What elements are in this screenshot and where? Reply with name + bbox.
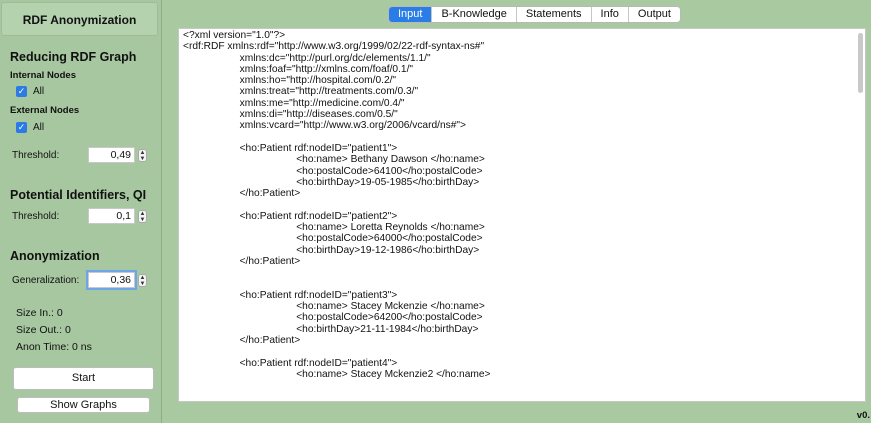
editor-line: <ho:name> Stacey Mckenzie2 </ho:name> (183, 368, 491, 380)
generalization-stepper[interactable]: 0,36 ▲ ▼ (86, 270, 148, 290)
tab-b-knowledge[interactable]: B-Knowledge (432, 7, 517, 22)
editor-line: <ho:Patient rdf:nodeID="patient1"> (183, 142, 398, 154)
tab-input[interactable]: Input (389, 7, 433, 22)
stepper-arrows-icon[interactable]: ▲ ▼ (138, 273, 147, 287)
editor-line: <ho:name> Stacey Mckenzie </ho:name> (183, 301, 485, 313)
editor-line: xmlns:dc="http://purl.org/dc/elements/1.… (183, 52, 431, 64)
generalization-field[interactable]: 0,36 (86, 270, 137, 290)
editor-line: <ho:Patient rdf:nodeID="patient3"> (183, 289, 398, 301)
app-title: RDF Anonymization (1, 2, 158, 36)
tab-statements[interactable]: Statements (517, 7, 592, 22)
qi-heading: Potential Identifiers, QI (10, 188, 147, 202)
anon-time-text: Anon Time: 0 ns (16, 341, 92, 353)
reducing-threshold-field[interactable]: 0,49 (88, 147, 135, 163)
qi-threshold-label: Threshold: (12, 211, 60, 222)
external-all-label: All (33, 122, 45, 133)
editor-line: <ho:Patient rdf:nodeID="patient4"> (183, 357, 398, 369)
editor-line: <ho:name> Bethany Dawson </ho:name> (183, 154, 485, 166)
internal-all-checkbox[interactable]: ✓ All (16, 86, 44, 97)
editor-line: <ho:postalCode>64200</ho:postalCode> (183, 312, 483, 324)
editor-line: <ho:birthDay>21-11-1984</ho:birthDay> (183, 323, 479, 335)
editor-line: <ho:birthDay>19-05-1985</ho:birthDay> (183, 176, 480, 188)
generalization-label: Generalization: (12, 275, 80, 286)
internal-all-label: All (33, 86, 45, 97)
start-button[interactable]: Start (13, 367, 154, 390)
editor-line: <rdf:RDF xmlns:rdf="http://www.w3.org/19… (183, 41, 485, 53)
version-label: v0. (856, 410, 870, 421)
external-all-checkbox[interactable]: ✓ All (16, 122, 44, 133)
checkmark-icon: ✓ (16, 86, 27, 97)
main-area: Input B-Knowledge Statements Info Output… (166, 0, 871, 423)
reducing-threshold-stepper[interactable]: 0,49 ▲ ▼ (88, 147, 148, 163)
stepper-arrows-icon[interactable]: ▲ ▼ (138, 209, 147, 223)
editor-line: xmlns:foaf="http://xmlns.com/foaf/0.1/" (183, 63, 414, 75)
control-panel: RDF Anonymization Reducing RDF Graph Int… (0, 0, 162, 423)
editor-line: <ho:Patient rdf:nodeID="patient2"> (183, 210, 398, 222)
editor-line: <ho:postalCode>64100</ho:postalCode> (183, 165, 483, 177)
editor-line: </ho:Patient> (183, 335, 301, 347)
editor-line: <ho:birthDay>19-12-1986</ho:birthDay> (183, 244, 480, 256)
editor-line: xmlns:treat="http://treatments.com/0.3/" (183, 86, 419, 98)
vertical-scrollbar[interactable] (857, 31, 864, 401)
checkmark-icon: ✓ (16, 122, 27, 133)
editor-line: xmlns:me="http://medicine.com/0.4/" (183, 97, 405, 109)
stepper-arrows-icon[interactable]: ▲ ▼ (138, 148, 147, 162)
editor-line: xmlns:ho="http://hospital.com/0.2/" (183, 75, 397, 87)
reducing-threshold-label: Threshold: (12, 150, 60, 161)
size-out-text: Size Out.: 0 (16, 324, 71, 336)
external-nodes-label: External Nodes (10, 105, 80, 116)
size-in-text: Size In.: 0 (16, 307, 63, 319)
internal-nodes-label: Internal Nodes (10, 70, 76, 81)
editor-content[interactable]: <?xml version="1.0"?> <rdf:RDF xmlns:rdf=… (183, 30, 490, 380)
editor-line: </ho:Patient> (183, 255, 301, 267)
qi-threshold-field[interactable]: 0,1 (88, 208, 135, 224)
tab-bar: Input B-Knowledge Statements Info Output (388, 6, 681, 23)
editor-line: xmlns:vcard="http://www.w3.org/2006/vcar… (183, 120, 466, 132)
anonymization-heading: Anonymization (10, 249, 100, 263)
reducing-heading: Reducing RDF Graph (10, 50, 137, 64)
tab-output[interactable]: Output (629, 7, 680, 22)
editor-line: </ho:Patient> (183, 188, 301, 200)
tab-info[interactable]: Info (592, 7, 629, 22)
editor-line: xmlns:di="http://diseases.com/0.5/" (183, 109, 398, 121)
editor-line: <ho:postalCode>64000</ho:postalCode> (183, 233, 483, 245)
editor-line: <ho:name> Loretta Reynolds </ho:name> (183, 222, 485, 234)
input-text-editor[interactable]: <?xml version="1.0"?> <rdf:RDF xmlns:rdf=… (178, 28, 866, 402)
editor-line: <?xml version="1.0"?> (183, 30, 286, 41)
qi-threshold-stepper[interactable]: 0,1 ▲ ▼ (88, 208, 148, 224)
scrollbar-thumb[interactable] (858, 33, 863, 93)
show-graphs-button[interactable]: Show Graphs (17, 397, 150, 413)
